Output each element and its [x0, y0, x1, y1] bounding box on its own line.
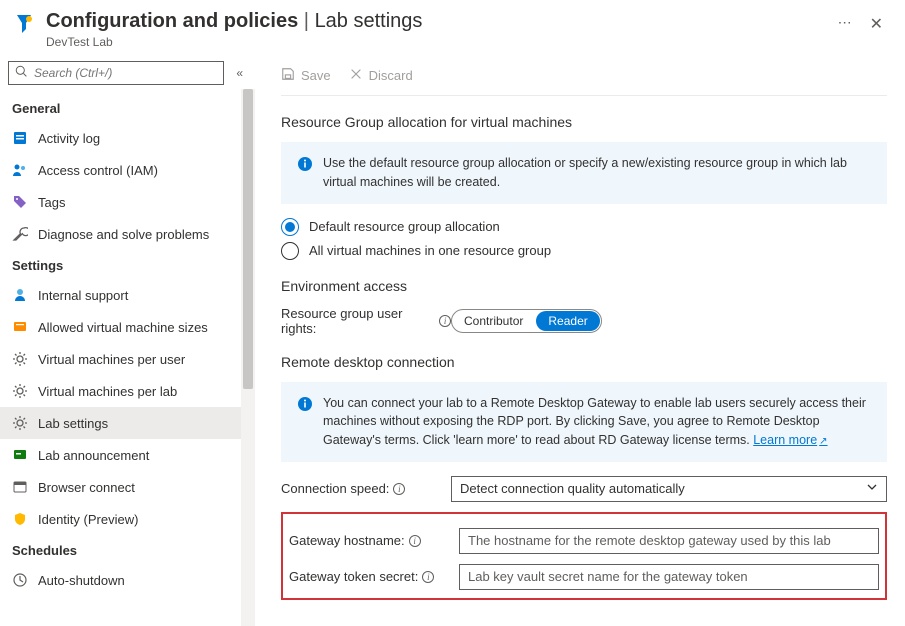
nav-group-settings: Settings — [0, 250, 255, 279]
sidebar-item-access-control[interactable]: Access control (IAM) — [0, 154, 255, 186]
discard-button[interactable]: Discard — [349, 67, 413, 84]
gear-icon — [12, 383, 28, 399]
main-content: Save Discard Resource Group allocation f… — [255, 55, 905, 626]
sidebar: « General Activity log Access control (I… — [0, 55, 255, 626]
info-icon — [297, 156, 313, 172]
radio-single-rg[interactable]: All virtual machines in one resource gro… — [281, 242, 887, 260]
user-rights-toggle[interactable]: Contributor Reader — [451, 309, 602, 333]
more-actions-button[interactable]: ⋯ — [830, 10, 860, 35]
support-icon — [12, 287, 28, 303]
chevron-down-icon — [866, 481, 878, 496]
nav-item-label: Allowed virtual machine sizes — [38, 320, 208, 335]
sidebar-item-auto-shutdown[interactable]: Auto-shutdown — [0, 564, 255, 596]
nav-group-schedules: Schedules — [0, 535, 255, 564]
nav-item-label: Lab settings — [38, 416, 108, 431]
gateway-token-input[interactable] — [459, 564, 879, 590]
page-title: Configuration and policies | Lab setting… — [46, 10, 830, 33]
nav-item-label: Tags — [38, 195, 65, 210]
sidebar-scrollbar[interactable] — [241, 89, 255, 626]
nav-item-label: Virtual machines per lab — [38, 384, 177, 399]
toggle-reader[interactable]: Reader — [536, 311, 599, 331]
resource-type-label: DevTest Lab — [46, 35, 830, 49]
section-rdp-title: Remote desktop connection — [281, 354, 887, 370]
page-header: Configuration and policies | Lab setting… — [0, 0, 905, 55]
search-icon — [15, 65, 28, 81]
command-bar: Save Discard — [281, 55, 887, 95]
collapse-sidebar-button[interactable]: « — [232, 64, 247, 82]
nav-group-general: General — [0, 93, 255, 122]
sidebar-item-browser-connect[interactable]: Browser connect — [0, 471, 255, 503]
devtest-lab-icon — [12, 13, 36, 37]
sidebar-item-diagnose[interactable]: Diagnose and solve problems — [0, 218, 255, 250]
info-icon[interactable]: i — [439, 315, 451, 327]
save-icon — [281, 67, 295, 84]
discard-icon — [349, 67, 363, 84]
nav-item-label: Lab announcement — [38, 448, 149, 463]
nav-item-label: Internal support — [38, 288, 128, 303]
rg-user-rights-label: Resource group user rights: i — [281, 306, 451, 336]
announcement-icon — [12, 447, 28, 463]
sidebar-item-lab-announcement[interactable]: Lab announcement — [0, 439, 255, 471]
sidebar-item-allowed-vm-sizes[interactable]: Allowed virtual machine sizes — [0, 311, 255, 343]
identity-icon — [12, 511, 28, 527]
nav-item-label: Virtual machines per user — [38, 352, 185, 367]
learn-more-link[interactable]: Learn more↗ — [753, 433, 827, 447]
save-button[interactable]: Save — [281, 67, 331, 84]
connection-speed-label: Connection speed: i — [281, 481, 451, 496]
radio-input[interactable] — [281, 242, 299, 260]
external-link-icon: ↗ — [819, 436, 827, 447]
radio-default-allocation[interactable]: Default resource group allocation — [281, 218, 887, 236]
nav-item-label: Activity log — [38, 131, 100, 146]
sidebar-item-vms-per-user[interactable]: Virtual machines per user — [0, 343, 255, 375]
nav-item-label: Browser connect — [38, 480, 135, 495]
section-rg-allocation-title: Resource Group allocation for virtual ma… — [281, 114, 887, 130]
nav-item-label: Diagnose and solve problems — [38, 227, 209, 242]
sidebar-item-internal-support[interactable]: Internal support — [0, 279, 255, 311]
sidebar-search[interactable] — [8, 61, 224, 85]
browser-icon — [12, 479, 28, 495]
gateway-settings-highlight: Gateway hostname: i Gateway token secret… — [281, 512, 887, 600]
gateway-hostname-input[interactable] — [459, 528, 879, 554]
nav-item-label: Auto-shutdown — [38, 573, 125, 588]
clock-icon — [12, 572, 28, 588]
toggle-contributor[interactable]: Contributor — [452, 310, 535, 332]
scrollbar-thumb[interactable] — [243, 89, 253, 389]
radio-input[interactable] — [281, 218, 299, 236]
activity-log-icon — [12, 130, 28, 146]
section-env-access-title: Environment access — [281, 278, 887, 294]
sidebar-item-tags[interactable]: Tags — [0, 186, 255, 218]
info-icon[interactable]: i — [393, 483, 405, 495]
tags-icon — [12, 194, 28, 210]
close-button[interactable]: ✕ — [860, 10, 893, 38]
connection-speed-dropdown[interactable]: Detect connection quality automatically — [451, 476, 887, 502]
gear-icon — [12, 351, 28, 367]
search-input[interactable] — [34, 66, 217, 80]
info-icon[interactable]: i — [422, 571, 434, 583]
divider — [281, 95, 887, 96]
rdp-info: You can connect your lab to a Remote Des… — [281, 382, 887, 462]
nav-item-label: Identity (Preview) — [38, 512, 138, 527]
sidebar-item-identity[interactable]: Identity (Preview) — [0, 503, 255, 535]
info-icon — [297, 396, 313, 412]
access-control-icon — [12, 162, 28, 178]
diagnose-icon — [12, 226, 28, 242]
sidebar-item-vms-per-lab[interactable]: Virtual machines per lab — [0, 375, 255, 407]
sidebar-item-activity-log[interactable]: Activity log — [0, 122, 255, 154]
rg-allocation-info: Use the default resource group allocatio… — [281, 142, 887, 204]
info-icon[interactable]: i — [409, 535, 421, 547]
gear-icon — [12, 415, 28, 431]
gateway-token-label: Gateway token secret: i — [289, 569, 459, 584]
vm-sizes-icon — [12, 319, 28, 335]
nav-item-label: Access control (IAM) — [38, 163, 158, 178]
gateway-hostname-label: Gateway hostname: i — [289, 533, 459, 548]
sidebar-item-lab-settings[interactable]: Lab settings — [0, 407, 255, 439]
